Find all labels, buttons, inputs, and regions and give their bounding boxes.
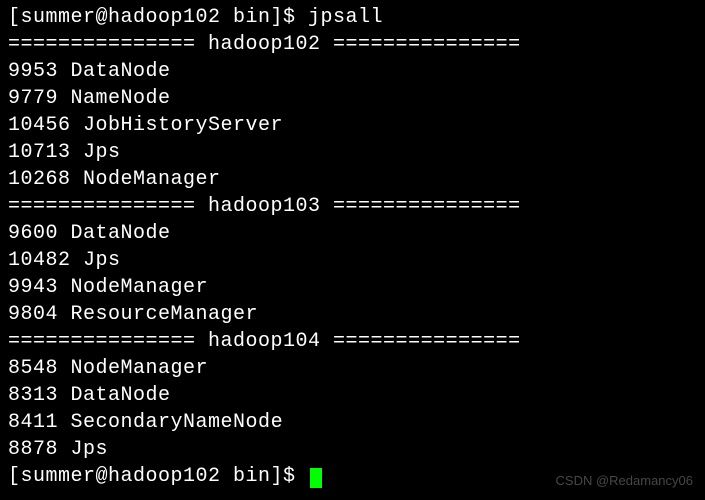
process-name: Jps [83,249,121,272]
pid: 8548 [8,357,58,380]
process-name: DataNode [71,60,171,83]
pid: 10456 [8,114,71,137]
prompt-text: [summer@hadoop102 bin]$ [8,6,308,29]
process-line: 8411 SecondaryNameNode [8,409,697,436]
process-line: 10268 NodeManager [8,166,697,193]
process-line: 9943 NodeManager [8,274,697,301]
process-name: DataNode [71,222,171,245]
process-line: 10482 Jps [8,247,697,274]
process-name: NodeManager [83,168,221,191]
process-name: JobHistoryServer [83,114,283,137]
pid: 10268 [8,168,71,191]
process-name: ResourceManager [71,303,259,326]
process-name: NodeManager [71,357,209,380]
pid: 9804 [8,303,58,326]
pid: 9943 [8,276,58,299]
prompt-line-1: [summer@hadoop102 bin]$ jpsall [8,4,697,31]
host-header: =============== hadoop104 ==============… [8,328,697,355]
process-line: 10456 JobHistoryServer [8,112,697,139]
process-name: NodeManager [71,276,209,299]
process-line: 9600 DataNode [8,220,697,247]
process-name: SecondaryNameNode [71,411,284,434]
process-line: 9779 NameNode [8,85,697,112]
watermark-text: CSDN @Redamancy06 [556,472,693,490]
pid: 8878 [8,438,58,461]
pid: 10713 [8,141,71,164]
process-line: 9804 ResourceManager [8,301,697,328]
pid: 9600 [8,222,58,245]
pid: 8411 [8,411,58,434]
prompt-text: [summer@hadoop102 bin]$ [8,465,308,488]
process-name: DataNode [71,384,171,407]
process-name: NameNode [71,87,171,110]
host-header: =============== hadoop102 ==============… [8,31,697,58]
pid: 9953 [8,60,58,83]
process-line: 8878 Jps [8,436,697,463]
process-line: 8313 DataNode [8,382,697,409]
command-text: jpsall [308,6,383,29]
host-header: =============== hadoop103 ==============… [8,193,697,220]
process-line: 9953 DataNode [8,58,697,85]
process-name: Jps [71,438,109,461]
pid: 9779 [8,87,58,110]
pid: 8313 [8,384,58,407]
process-line: 10713 Jps [8,139,697,166]
process-name: Jps [83,141,121,164]
pid: 10482 [8,249,71,272]
process-line: 8548 NodeManager [8,355,697,382]
cursor-block [310,468,322,488]
